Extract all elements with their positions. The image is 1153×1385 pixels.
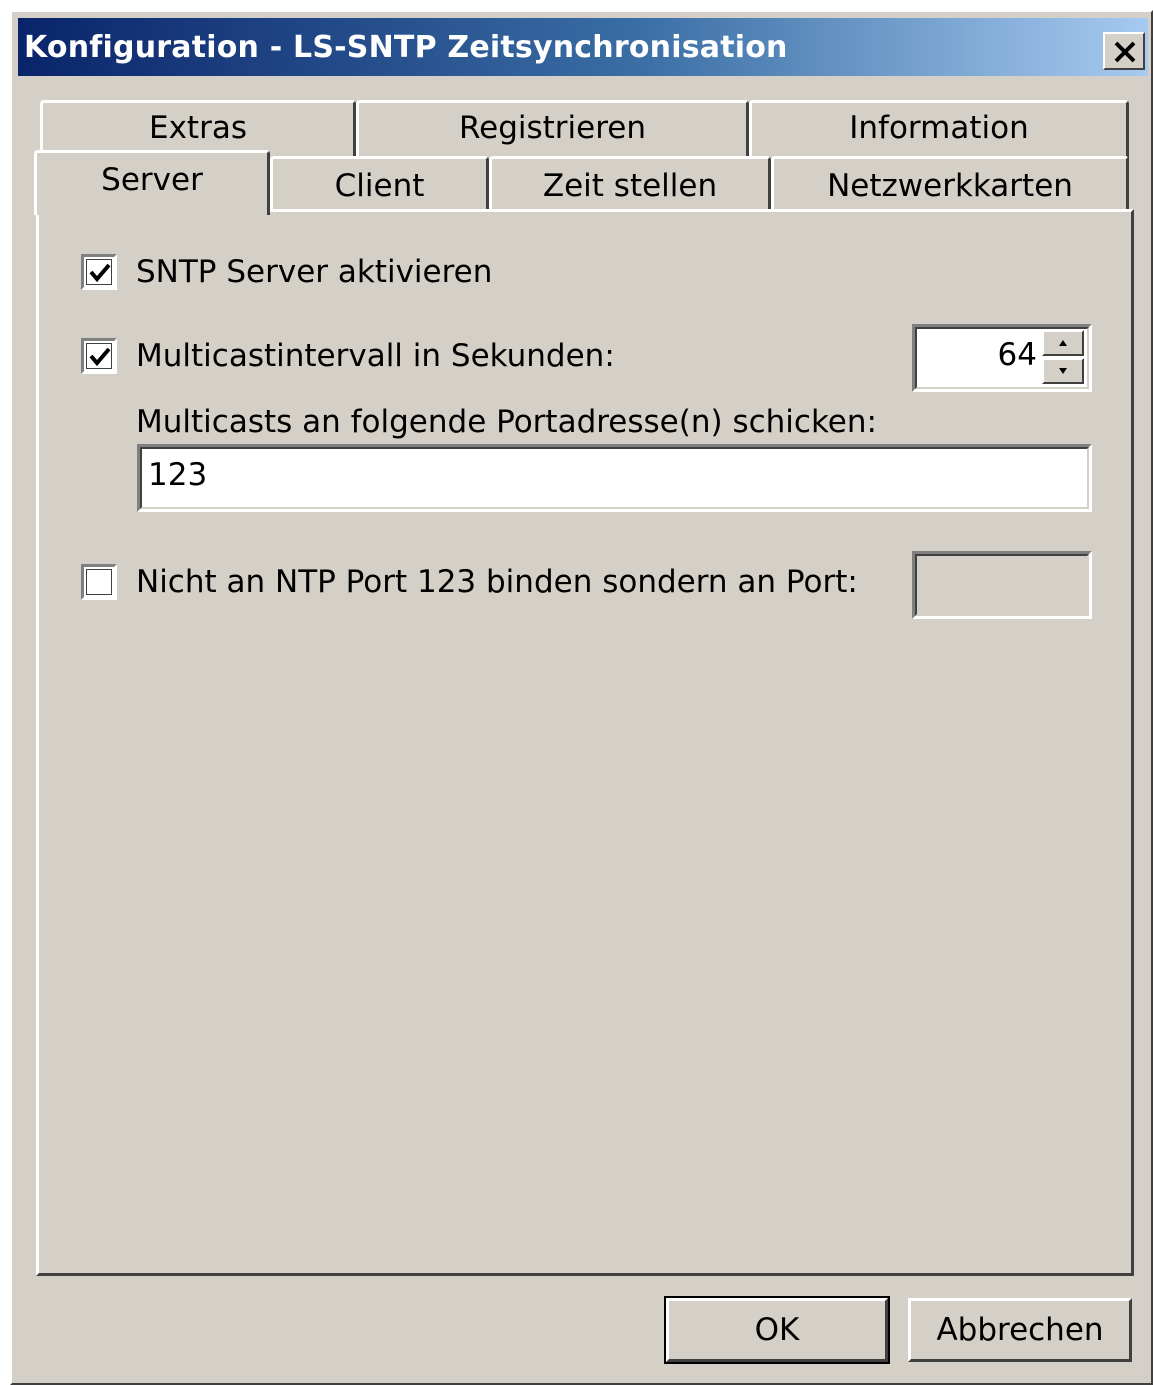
tab-zeit-stellen-label: Zeit stellen: [542, 168, 718, 204]
spin-down-button[interactable]: [1042, 358, 1084, 384]
checkmark-icon: [89, 263, 111, 283]
spin-up-button[interactable]: [1042, 330, 1084, 356]
tab-server-label: Server: [101, 162, 203, 198]
tab-client[interactable]: Client: [270, 156, 489, 212]
cancel-button[interactable]: Abbrechen: [908, 1298, 1132, 1362]
custom-port-input[interactable]: [912, 551, 1092, 619]
enable-server-checkbox[interactable]: [81, 254, 117, 290]
custom-port-label: Nicht an NTP Port 123 binden sondern an …: [136, 564, 858, 600]
tab-netzwerkkarten-label: Netzwerkkarten: [827, 168, 1073, 204]
tab-registrieren-label: Registrieren: [458, 110, 647, 146]
checkmark-icon: [89, 347, 111, 367]
arrow-down-icon: [1059, 368, 1067, 374]
multicast-interval-value[interactable]: 64: [998, 337, 1037, 373]
close-icon: [1114, 41, 1136, 63]
title-bar[interactable]: Konfiguration - LS-SNTP Zeitsynchronisat…: [18, 18, 1148, 76]
multicast-interval-checkbox[interactable]: [81, 338, 117, 374]
tab-extras-label: Extras: [149, 110, 247, 146]
ok-button[interactable]: OK: [664, 1296, 890, 1364]
multicast-ports-label: Multicasts an folgende Portadresse(n) sc…: [136, 404, 877, 440]
multicast-interval-spinner[interactable]: 64: [912, 324, 1092, 392]
tab-client-label: Client: [334, 168, 425, 204]
enable-server-label: SNTP Server aktivieren: [136, 254, 493, 290]
tab-server[interactable]: Server: [34, 150, 270, 215]
tab-information[interactable]: Information: [749, 100, 1129, 162]
tab-registrieren[interactable]: Registrieren: [356, 100, 749, 162]
arrow-up-icon: [1059, 340, 1067, 346]
tab-panel-server: SNTP Server aktivieren Multicastinterval…: [36, 209, 1134, 1276]
window-title: Konfiguration - LS-SNTP Zeitsynchronisat…: [24, 30, 788, 65]
tab-netzwerkkarten[interactable]: Netzwerkkarten: [771, 156, 1129, 212]
custom-port-checkbox[interactable]: [81, 564, 117, 600]
config-dialog: Konfiguration - LS-SNTP Zeitsynchronisat…: [10, 10, 1153, 1385]
tab-zeit-stellen[interactable]: Zeit stellen: [489, 156, 771, 212]
multicast-ports-value[interactable]: 123: [148, 457, 207, 493]
multicast-ports-input[interactable]: 123: [137, 444, 1092, 512]
tab-information-label: Information: [849, 110, 1029, 146]
multicast-interval-label: Multicastintervall in Sekunden:: [136, 338, 615, 374]
close-button[interactable]: [1103, 32, 1145, 70]
